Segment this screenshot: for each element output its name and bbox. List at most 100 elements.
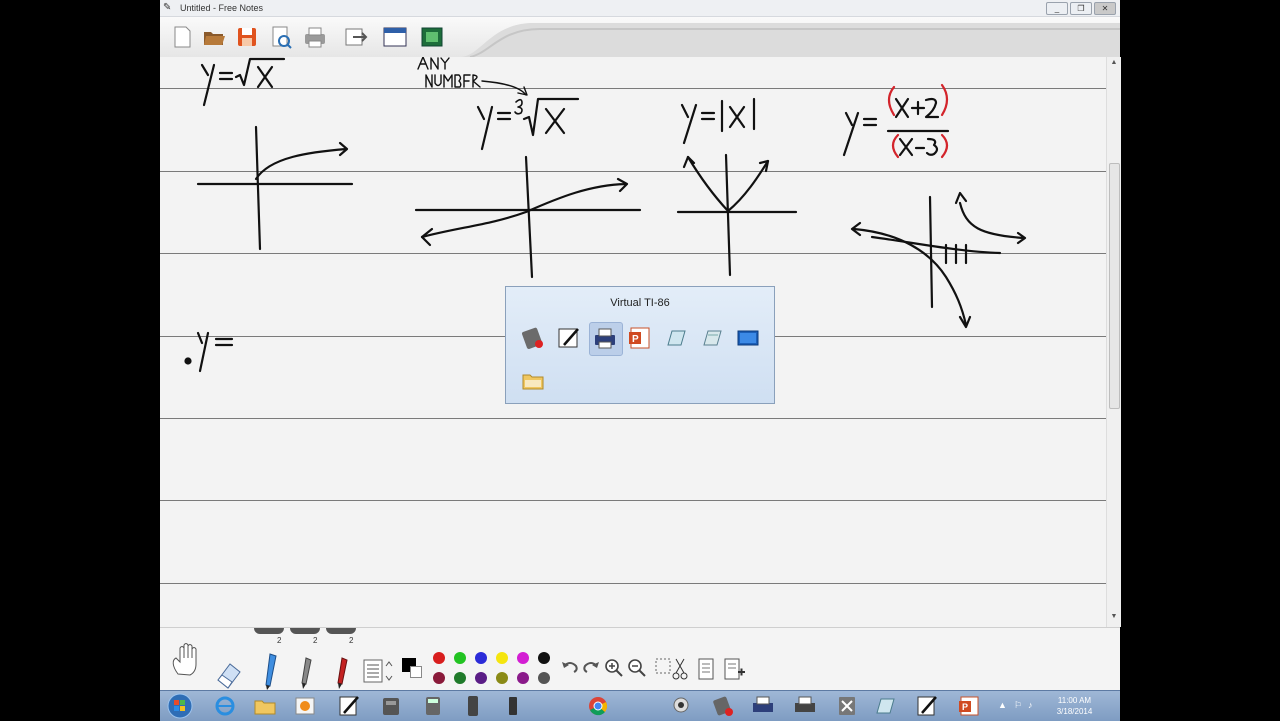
color-dark-green-dot[interactable] bbox=[454, 672, 466, 684]
color-dark-magenta-dot[interactable] bbox=[517, 672, 529, 684]
save-icon[interactable] bbox=[233, 23, 261, 51]
pen-width-tab[interactable] bbox=[254, 628, 284, 634]
archive-icon[interactable] bbox=[378, 694, 404, 718]
color-magenta-dot[interactable] bbox=[517, 652, 529, 664]
bottom-toolbar: 2 2 2 bbox=[160, 627, 1120, 691]
ink-cuberoot-graph bbox=[414, 155, 642, 279]
ink-any-number-note bbox=[417, 57, 528, 96]
print-preview-icon[interactable] bbox=[267, 23, 295, 51]
color-red-dot[interactable] bbox=[433, 652, 445, 664]
new-icon[interactable] bbox=[168, 23, 196, 51]
notes-icon[interactable] bbox=[663, 325, 689, 351]
minimize-button[interactable]: _ bbox=[1046, 2, 1068, 15]
ink-absolute-graph bbox=[676, 153, 798, 277]
vertical-scrollbar[interactable]: ▲ ▼ bbox=[1106, 57, 1121, 627]
notes-alt-icon[interactable] bbox=[699, 325, 725, 351]
toolbar-swoosh-decoration bbox=[460, 23, 1120, 57]
system-clock[interactable]: 11:00 AM 3/18/2014 bbox=[1047, 695, 1102, 717]
ink-rational-parentheses bbox=[887, 83, 949, 159]
pen-gray-icon[interactable] bbox=[296, 656, 318, 690]
background-color-swatch[interactable] bbox=[410, 666, 422, 678]
monitor-icon[interactable] bbox=[735, 325, 761, 351]
action-center-icon[interactable]: ⚐ bbox=[1014, 700, 1022, 711]
windows-taskbar: P ▲ ⚐ ♪ 11:00 AM 3/18/2014 bbox=[160, 690, 1120, 721]
add-page-icon[interactable] bbox=[722, 656, 746, 682]
pen-width-tab[interactable] bbox=[290, 628, 320, 634]
svg-text:P: P bbox=[632, 334, 639, 345]
scroll-down-arrow-icon[interactable]: ▼ bbox=[1109, 613, 1119, 623]
printer-icon[interactable] bbox=[592, 325, 618, 351]
color-blue-dot[interactable] bbox=[475, 652, 487, 664]
free-notes-taskbar-icon[interactable] bbox=[336, 694, 362, 718]
ink-y-equals bbox=[184, 331, 234, 373]
window-title: Untitled - Free Notes bbox=[180, 3, 264, 13]
app-pen-icon: ✎ bbox=[163, 2, 172, 13]
clock-date: 3/18/2014 bbox=[1056, 707, 1093, 716]
select-cut-icon[interactable] bbox=[654, 656, 688, 682]
window-icon[interactable] bbox=[381, 23, 409, 51]
line-style-icon[interactable] bbox=[362, 658, 396, 684]
ink-sqrt-graph bbox=[196, 125, 354, 251]
restore-button[interactable]: ❐ bbox=[1070, 2, 1092, 15]
clock-time: 11:00 AM bbox=[1057, 696, 1092, 705]
color-dark-purple-dot[interactable] bbox=[475, 672, 487, 684]
start-button-icon[interactable] bbox=[166, 692, 194, 720]
svg-text:P: P bbox=[962, 702, 968, 712]
pen-width-value: 2 bbox=[277, 636, 282, 645]
redo-icon[interactable] bbox=[581, 658, 601, 678]
ti-calculator-icon[interactable] bbox=[460, 694, 486, 718]
ink-cuberoot-equation bbox=[476, 97, 580, 151]
eraser-icon[interactable] bbox=[212, 658, 244, 690]
close-button[interactable]: ✕ bbox=[1094, 2, 1116, 15]
color-yellow-dot[interactable] bbox=[496, 652, 508, 664]
open-folder-icon[interactable] bbox=[200, 23, 228, 51]
folder-icon[interactable] bbox=[520, 367, 546, 393]
volume-icon[interactable]: ♪ bbox=[1028, 700, 1033, 710]
device-icon[interactable] bbox=[500, 694, 526, 718]
ink-rational-graph bbox=[850, 191, 1027, 329]
print-icon[interactable] bbox=[301, 23, 329, 51]
webcam-icon[interactable] bbox=[668, 694, 694, 718]
calculator-taskbar-icon[interactable] bbox=[420, 694, 446, 718]
powerpoint-taskbar-icon[interactable]: P bbox=[956, 694, 982, 718]
color-dark-red-dot[interactable] bbox=[433, 672, 445, 684]
pen-icon[interactable] bbox=[556, 325, 582, 351]
pen-width-tab[interactable] bbox=[326, 628, 356, 634]
printer-taskbar-icon[interactable] bbox=[750, 694, 776, 718]
pen-taskbar-icon[interactable] bbox=[914, 694, 940, 718]
title-bar: ✎ Untitled - Free Notes _ ❐ ✕ bbox=[160, 0, 1120, 17]
color-black-dot[interactable] bbox=[538, 652, 550, 664]
ti-connect-icon[interactable] bbox=[710, 694, 736, 718]
scroll-up-arrow-icon[interactable]: ▲ bbox=[1109, 59, 1119, 69]
notes-taskbar-icon[interactable] bbox=[872, 694, 898, 718]
color-olive-dot[interactable] bbox=[496, 672, 508, 684]
ink-absolute-equation bbox=[680, 97, 756, 145]
scrollbar-thumb[interactable] bbox=[1109, 163, 1120, 409]
chrome-icon[interactable] bbox=[585, 694, 611, 718]
pen-width-value: 2 bbox=[313, 636, 318, 645]
fax-icon[interactable] bbox=[792, 694, 818, 718]
zoom-out-icon[interactable] bbox=[627, 658, 647, 678]
show-hidden-icons-icon[interactable]: ▲ bbox=[998, 700, 1007, 710]
ink-sqrt-equation bbox=[200, 57, 286, 107]
media-player-icon[interactable] bbox=[292, 694, 318, 718]
zoom-in-icon[interactable] bbox=[604, 658, 624, 678]
highlighter-blue-icon[interactable] bbox=[260, 652, 284, 690]
export-icon[interactable] bbox=[341, 23, 369, 51]
undo-icon[interactable] bbox=[560, 658, 580, 678]
ink-rational-equation bbox=[842, 97, 950, 157]
compress-icon[interactable] bbox=[834, 694, 860, 718]
color-green-dot[interactable] bbox=[454, 652, 466, 664]
powerpoint-icon[interactable]: P bbox=[627, 325, 653, 351]
screen-capture-icon[interactable] bbox=[418, 23, 446, 51]
pen-red-icon[interactable] bbox=[332, 656, 354, 690]
popup-title: Virtual TI-86 bbox=[610, 297, 670, 309]
main-toolbar bbox=[160, 17, 1120, 57]
pen-width-value: 2 bbox=[349, 636, 354, 645]
file-explorer-icon[interactable] bbox=[252, 694, 278, 718]
hand-pointer-icon[interactable] bbox=[168, 640, 208, 680]
color-gray-dot[interactable] bbox=[538, 672, 550, 684]
insert-page-icon[interactable] bbox=[696, 656, 718, 682]
calculator-icon[interactable] bbox=[520, 325, 546, 351]
internet-explorer-icon[interactable] bbox=[212, 694, 238, 718]
